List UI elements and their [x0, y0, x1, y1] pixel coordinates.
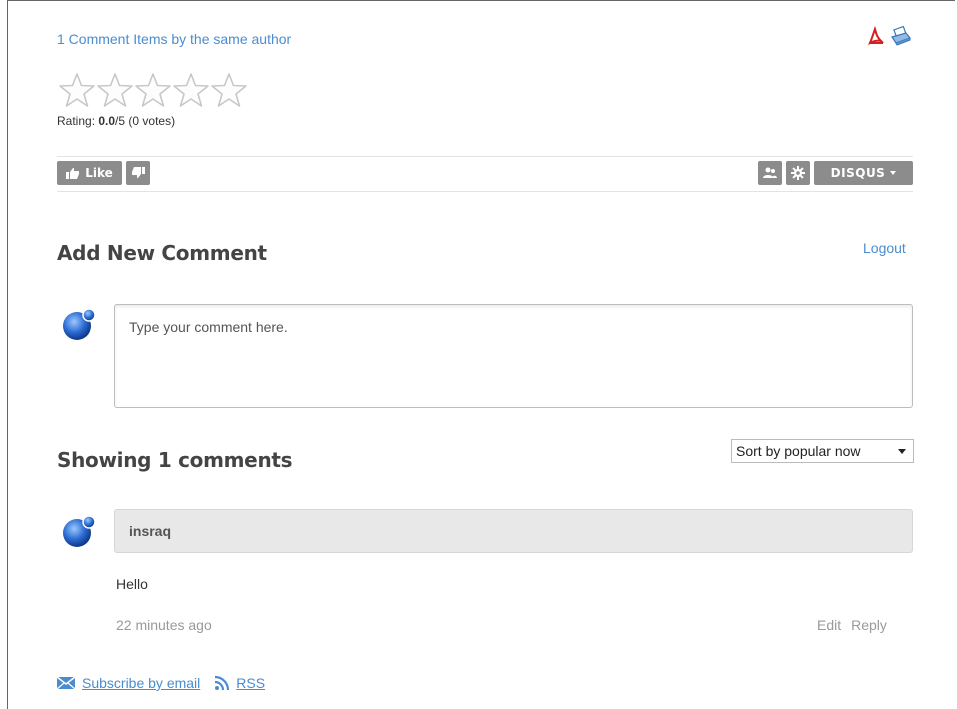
document-icons [866, 25, 912, 51]
thumbs-up-icon [66, 168, 80, 179]
comment-input[interactable]: Type your comment here. [114, 304, 913, 408]
reaction-toolbar: Like DISQUS [57, 156, 913, 192]
disqus-menu-button[interactable]: DISQUS [814, 161, 913, 185]
star-icon[interactable] [96, 72, 134, 108]
logout-link[interactable]: Logout [863, 240, 906, 256]
thumbs-down-icon [132, 167, 145, 178]
rss-link[interactable]: RSS [236, 675, 265, 691]
edit-link[interactable]: Edit [817, 617, 841, 633]
rss-icon [215, 675, 230, 691]
chevron-down-icon [898, 449, 906, 454]
avatar[interactable] [61, 513, 97, 549]
comment-text: Hello [116, 576, 148, 592]
comment-placeholder: Type your comment here. [129, 319, 288, 335]
rating-votes: /5 (0 votes) [115, 114, 176, 128]
comment-timestamp[interactable]: 22 minutes ago [116, 617, 212, 633]
star-icon[interactable] [210, 72, 248, 108]
email-icon [56, 676, 76, 690]
star-icon[interactable] [58, 72, 96, 108]
like-button[interactable]: Like [57, 161, 122, 185]
print-icon[interactable] [890, 25, 912, 51]
disqus-label: DISQUS [830, 166, 886, 180]
pdf-icon[interactable] [866, 25, 886, 51]
comment-actions: Edit Reply [817, 617, 887, 633]
subscribe-row: Subscribe by email RSS [56, 675, 265, 691]
rating-score: 0.0 [98, 114, 116, 128]
rating-label: Rating: [57, 114, 99, 128]
chevron-down-icon [890, 171, 897, 175]
comments-title: Showing 1 comments [57, 448, 293, 472]
star-icon[interactable] [172, 72, 210, 108]
comment-count-link[interactable]: 1 Comment [57, 31, 129, 47]
sort-select[interactable]: Sort by popular now [731, 439, 914, 463]
settings-button[interactable] [786, 161, 810, 185]
star-icon[interactable] [134, 72, 172, 108]
add-comment-title: Add New Comment [57, 241, 267, 265]
like-label: Like [85, 166, 113, 180]
sort-selected-value: Sort by popular now [736, 443, 861, 459]
gear-icon [791, 166, 805, 180]
star-rating[interactable] [58, 72, 248, 108]
comment-author-bar: insraq [114, 509, 913, 553]
subscribe-email-link[interactable]: Subscribe by email [82, 675, 200, 691]
top-links: 1 Comment Items by the same author [57, 31, 291, 47]
globe-avatar-icon [63, 515, 96, 547]
community-button[interactable] [758, 161, 782, 185]
reply-link[interactable]: Reply [851, 617, 887, 633]
dislike-button[interactable] [126, 161, 150, 185]
avatar [61, 306, 97, 342]
people-icon [763, 167, 777, 178]
rating-text: Rating: 0.0/5 (0 votes) [57, 114, 175, 128]
same-author-link[interactable]: Items by the same author [133, 31, 291, 47]
globe-avatar-icon [63, 308, 96, 340]
comment-author[interactable]: insraq [129, 523, 171, 539]
